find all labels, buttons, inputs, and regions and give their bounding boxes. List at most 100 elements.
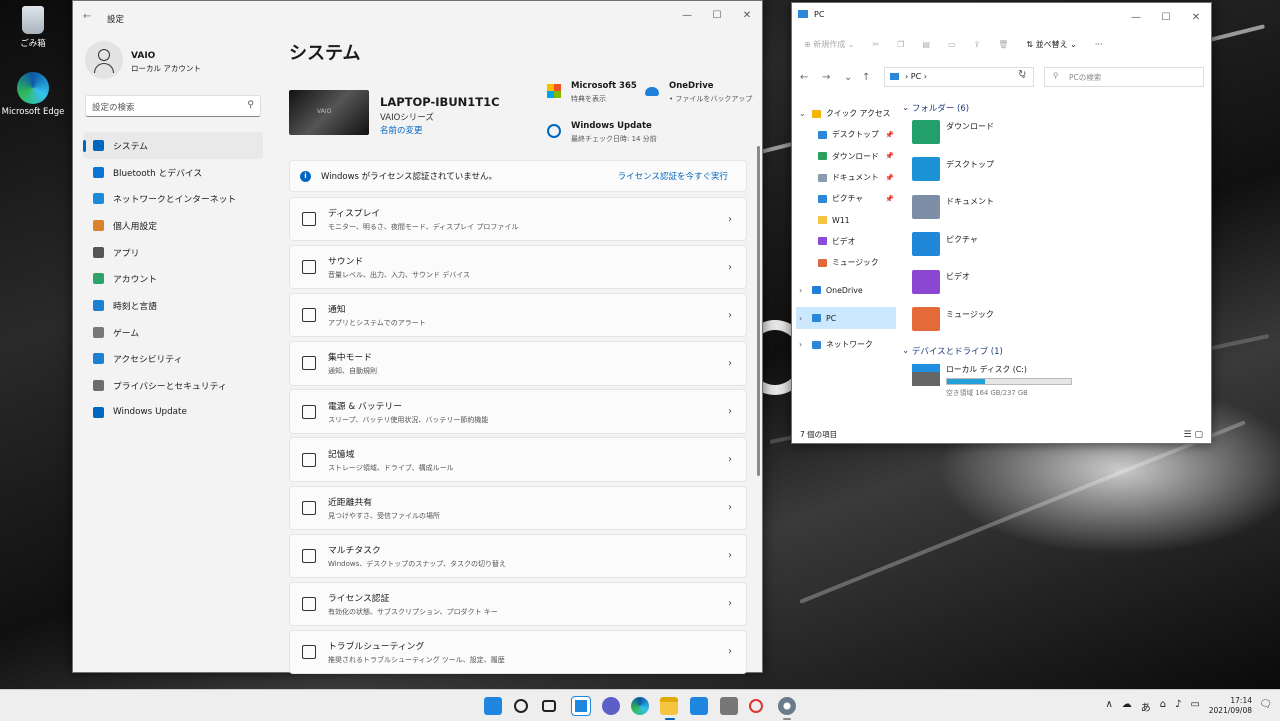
tree-item[interactable]: › OneDrive <box>796 280 896 301</box>
settings-titlebar[interactable]: ← 設定 — ☐ ✕ <box>73 1 762 33</box>
desktop-icon-edge[interactable]: Microsoft Edge <box>1 72 65 117</box>
settings-card[interactable]: ライセンス認証 有効化の状態、サブスクリプション、プロダクト キー › <box>289 581 747 627</box>
tiles-view-icon[interactable]: ▢ <box>1194 430 1203 440</box>
settings-gear-icon[interactable] <box>778 697 796 715</box>
onedrive-tray-icon[interactable]: ☁ <box>1122 699 1132 714</box>
sidebar-item[interactable]: アカウント <box>83 265 263 292</box>
avatar[interactable] <box>85 41 123 79</box>
chevron-right-icon[interactable]: › <box>799 286 802 295</box>
tree-item[interactable]: ダウンロード 📌 <box>796 146 896 167</box>
taskbar-clock[interactable]: 17:14 2021/09/08 <box>1209 696 1252 716</box>
refresh-icon[interactable]: ↻ <box>1018 69 1026 80</box>
tree-item[interactable]: ピクチャ 📌 <box>796 188 896 209</box>
settings-card[interactable]: 記憶域 ストレージ領域、ドライブ、構成ルール › <box>289 437 747 482</box>
widgets-icon[interactable] <box>571 696 591 716</box>
battery-icon[interactable]: ▭ <box>1191 699 1200 714</box>
address-bar[interactable]: › PC › ⌄ <box>884 67 1034 87</box>
paste-icon[interactable]: ▤ <box>922 40 930 49</box>
edge-icon[interactable] <box>631 697 649 715</box>
service-windows-update[interactable]: Windows Update 最終チェック日時: 14 分前 <box>547 121 657 144</box>
tree-item[interactable]: W11 <box>796 210 896 231</box>
tree-item[interactable]: › ネットワーク <box>796 334 896 355</box>
mail-icon[interactable] <box>690 697 708 715</box>
settings-card[interactable]: 通知 アプリとシステムでのアラート › <box>289 293 747 338</box>
sidebar-item[interactable]: 個人用設定 <box>83 212 263 239</box>
minimize-button[interactable]: — <box>1121 3 1151 31</box>
sort-button[interactable]: ⇅ 並べ替え ⌄ <box>1026 39 1077 50</box>
sidebar-item[interactable]: ゲーム <box>83 319 263 346</box>
task-view-icon[interactable] <box>542 700 556 712</box>
settings-search-input[interactable]: 設定の検索 ⚲ <box>85 95 261 117</box>
settings-card[interactable]: トラブルシューティング 推奨されるトラブルシューティング ツール、設定、履歴 › <box>289 629 747 675</box>
rename-icon[interactable]: ▭ <box>948 40 956 49</box>
folder-item[interactable]: ミュージック <box>902 303 1202 341</box>
settings-card[interactable]: サウンド 音量レベル、出力、入力、サウンド デバイス › <box>289 245 747 290</box>
activate-now-link[interactable]: ライセンス認証を今すぐ実行 <box>618 170 728 182</box>
folder-item[interactable]: ビデオ <box>902 265 1202 303</box>
network-icon[interactable]: ⌂ <box>1160 699 1166 714</box>
settings-card[interactable]: 近距離共有 見つけやすさ、受信ファイルの場所 › <box>289 485 747 530</box>
new-button[interactable]: ⊕ 新規作成 ⌄ <box>804 39 855 50</box>
chevron-up-icon[interactable]: ∧ <box>1105 699 1112 714</box>
more-button[interactable]: ··· <box>1095 40 1103 49</box>
folder-item[interactable]: ドキュメント <box>902 190 1202 228</box>
cut-icon[interactable]: ✂ <box>873 40 880 49</box>
rename-link[interactable]: 名前の変更 <box>380 124 423 136</box>
scrollbar[interactable] <box>757 146 760 476</box>
chevron-right-icon[interactable]: › <box>799 340 802 349</box>
sidebar-item[interactable]: アクセシビリティ <box>83 346 263 373</box>
chevron-right-icon[interactable]: › <box>799 314 802 323</box>
maximize-button[interactable]: ☐ <box>1151 3 1181 31</box>
sidebar-item[interactable]: アプリ <box>83 239 263 266</box>
sidebar-item[interactable]: プライバシーとセキュリティ <box>83 372 263 399</box>
volume-icon[interactable]: ♪ <box>1175 699 1181 714</box>
chat-icon[interactable] <box>602 697 620 715</box>
tree-item[interactable]: ドキュメント 📌 <box>796 167 896 188</box>
back-arrow-icon[interactable]: ← <box>83 11 91 22</box>
share-icon[interactable]: ⇪ <box>974 40 981 49</box>
service-microsoft-365[interactable]: Microsoft 365 特典を表示 <box>547 81 637 104</box>
start-icon[interactable] <box>484 697 502 715</box>
copy-icon[interactable]: ❐ <box>897 40 904 49</box>
search-icon[interactable] <box>514 699 528 713</box>
maximize-button[interactable]: ☐ <box>702 1 732 29</box>
close-button[interactable]: ✕ <box>732 1 762 29</box>
settings-card[interactable]: ディスプレイ モニター、明るさ、夜間モード、ディスプレイ プロファイル › <box>289 197 747 242</box>
minimize-button[interactable]: — <box>672 1 702 29</box>
back-arrow-icon[interactable]: ← <box>800 72 822 83</box>
up-arrow-icon[interactable]: ↑ <box>862 72 884 83</box>
ime-indicator[interactable]: あ <box>1141 699 1151 714</box>
folder-item[interactable]: デスクトップ <box>902 153 1202 191</box>
snipping-tool-icon[interactable] <box>749 699 763 713</box>
tree-item[interactable]: › PC <box>796 307 896 329</box>
settings-card[interactable]: マルチタスク Windows、デスクトップのスナップ、タスクの切り替え › <box>289 533 747 578</box>
drive-c[interactable]: ローカル ディスク (C:) 空き領域 164 GB/237 GB <box>902 364 1202 397</box>
explorer-search-input[interactable]: ⚲ PCの検索 <box>1044 67 1204 87</box>
forward-arrow-icon[interactable]: → <box>822 72 844 83</box>
settings-card[interactable]: 電源 & バッテリー スリープ、バッテリ使用状況、バッテリー節約機能 › <box>289 389 747 434</box>
sidebar-item[interactable]: 時刻と言語 <box>83 292 263 319</box>
service-onedrive[interactable]: OneDrive • ファイルをバックアップ <box>645 81 752 104</box>
store-icon[interactable] <box>720 697 738 715</box>
recent-chevron-icon[interactable]: ⌄ <box>844 72 862 83</box>
drives-group-header[interactable]: ⌄ デバイスとドライブ (1) <box>902 344 1202 358</box>
folder-item[interactable]: ピクチャ <box>902 228 1202 266</box>
tree-item[interactable]: ビデオ <box>796 231 896 252</box>
chevron-down-icon[interactable]: ⌄ <box>799 109 806 118</box>
sidebar-item[interactable]: Windows Update <box>83 399 263 426</box>
sidebar-item[interactable]: ネットワークとインターネット <box>83 185 263 212</box>
desktop-icon-recycle-bin[interactable]: ごみ箱 <box>1 6 65 49</box>
sidebar-item[interactable]: Bluetooth とデバイス <box>83 159 263 186</box>
file-explorer-icon[interactable] <box>660 697 678 715</box>
folders-group-header[interactable]: ⌄ フォルダー (6) <box>902 101 1202 115</box>
tree-item[interactable]: ミュージック <box>796 252 896 273</box>
tree-item[interactable]: ⌄ クイック アクセス <box>796 103 896 124</box>
tree-item[interactable]: デスクトップ 📌 <box>796 124 896 145</box>
notification-icon[interactable]: 🗨 <box>1259 699 1272 710</box>
delete-icon[interactable]: 🗑 <box>998 40 1008 49</box>
sidebar-item[interactable]: システム <box>83 132 263 159</box>
close-button[interactable]: ✕ <box>1181 3 1211 31</box>
settings-card[interactable]: 集中モード 通知、自動規則 › <box>289 341 747 386</box>
details-view-icon[interactable]: ☰ <box>1184 430 1192 440</box>
folder-item[interactable]: ダウンロード <box>902 115 1202 153</box>
